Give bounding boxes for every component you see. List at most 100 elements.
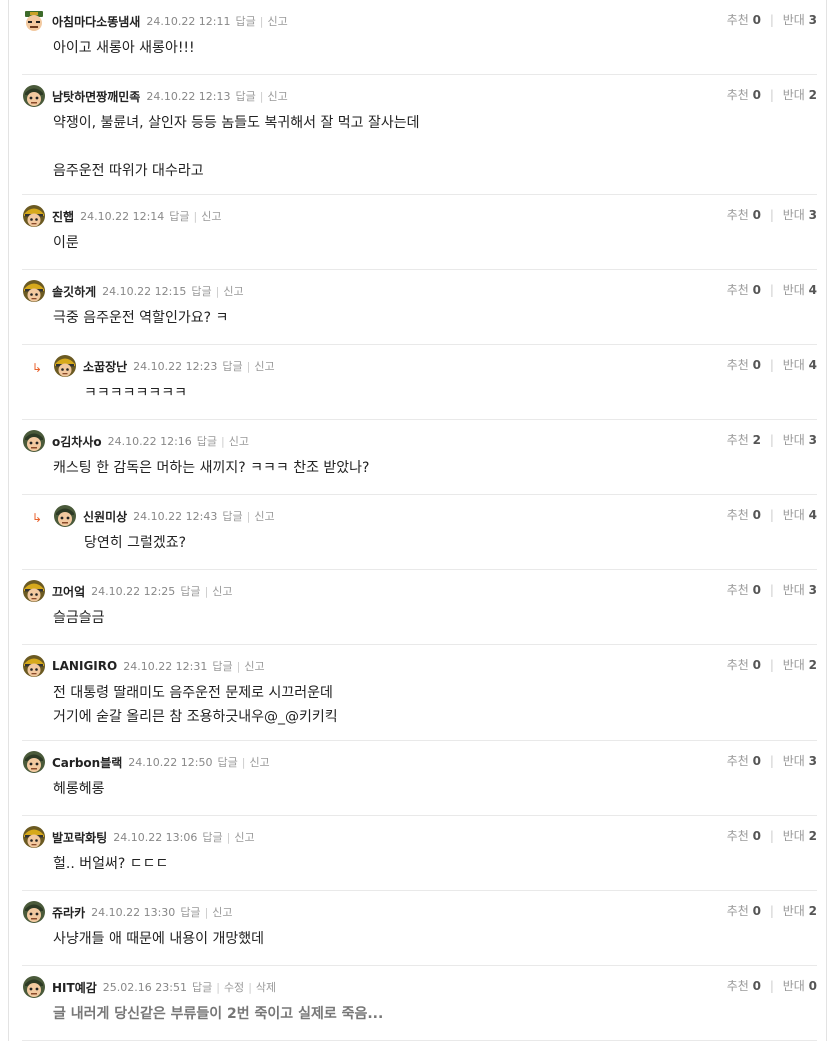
report-link[interactable]: 신고	[212, 904, 232, 920]
divider: |	[226, 830, 231, 844]
nickname[interactable]: 신원미상	[83, 508, 127, 525]
nickname[interactable]: 솔깃하게	[52, 283, 96, 300]
reply-link[interactable]: 답글	[169, 208, 189, 224]
avatar[interactable]	[22, 579, 46, 603]
vote-box: 추천 0 | 반대 2	[727, 656, 817, 673]
comment-text: 글 내러게 당신같은 부류들이 2번 죽이고 실제로 죽음...	[53, 1006, 384, 1022]
reply-link[interactable]: 답글	[180, 904, 200, 920]
report-link[interactable]: 신고	[254, 508, 274, 524]
dislike-button[interactable]: 반대	[783, 13, 805, 27]
nickname[interactable]: 발꼬락화팅	[52, 829, 107, 846]
like-button[interactable]: 추천	[727, 583, 749, 597]
report-link[interactable]: 신고	[229, 433, 249, 449]
avatar[interactable]	[53, 504, 77, 528]
report-link[interactable]: 신고	[223, 283, 243, 299]
dislike-button[interactable]: 반대	[783, 283, 805, 297]
reply-link[interactable]: 답글	[197, 433, 217, 449]
reply-link[interactable]: 답글	[236, 88, 256, 104]
avatar[interactable]	[22, 9, 46, 33]
reply-link[interactable]: 답글	[212, 658, 232, 674]
avatar[interactable]	[22, 750, 46, 774]
reply-link[interactable]: 답글	[217, 754, 237, 770]
like-button[interactable]: 추천	[727, 658, 749, 672]
report-link[interactable]: 신고	[267, 13, 287, 29]
comment-item: 남탓하면짱깨민족 24.10.22 12:13 답글 | 신고 약쟁이, 불륜녀…	[22, 75, 817, 195]
divider: |	[193, 209, 198, 223]
avatar[interactable]	[53, 354, 77, 378]
avatar[interactable]	[22, 204, 46, 228]
nickname[interactable]: 소꿉장난	[83, 358, 127, 375]
like-button[interactable]: 추천	[727, 829, 749, 843]
edit-link[interactable]: 수정	[224, 979, 244, 995]
report-link[interactable]: 신고	[212, 583, 232, 599]
nickname[interactable]: o김차사o	[52, 433, 102, 450]
dislike-button[interactable]: 반대	[783, 904, 805, 918]
divider: |	[769, 979, 774, 993]
vote-box: 추천 0 | 반대 4	[727, 506, 817, 523]
like-button[interactable]: 추천	[727, 754, 749, 768]
comment-date: 24.10.22 13:30	[91, 905, 176, 919]
reply-link[interactable]: 답글	[202, 829, 222, 845]
divider: |	[248, 980, 252, 994]
comment-text: ㅋㅋㅋㅋㅋㅋㅋㅋ	[84, 385, 188, 401]
report-link[interactable]: 신고	[234, 829, 254, 845]
avatar[interactable]	[22, 975, 46, 999]
dislike-button[interactable]: 반대	[783, 979, 805, 993]
like-button[interactable]: 추천	[727, 508, 749, 522]
comment-header: 소꿉장난 24.10.22 12:23 답글 | 신고	[53, 354, 275, 378]
like-button[interactable]: 추천	[727, 13, 749, 27]
comment-date: 24.10.22 12:11	[146, 14, 231, 28]
comment-item: HIT예감 25.02.16 23:51 답글 | 수정 | 삭제 글 내러게 …	[22, 966, 817, 1041]
reply-link[interactable]: 답글	[222, 508, 242, 524]
avatar[interactable]	[22, 825, 46, 849]
reply-link[interactable]: 답글	[180, 583, 200, 599]
dislike-button[interactable]: 반대	[783, 208, 805, 222]
nickname[interactable]: Carbon블랙	[52, 754, 122, 771]
reply-link[interactable]: 답글	[191, 283, 211, 299]
delete-link[interactable]: 삭제	[256, 979, 276, 995]
report-link[interactable]: 신고	[267, 88, 287, 104]
report-link[interactable]: 신고	[254, 358, 274, 374]
reply-arrow-icon: ↳	[32, 511, 43, 525]
dislike-button[interactable]: 반대	[783, 583, 805, 597]
report-link[interactable]: 신고	[249, 754, 269, 770]
nickname[interactable]: 남탓하면짱깨민족	[52, 88, 140, 105]
dislike-button[interactable]: 반대	[783, 358, 805, 372]
nickname[interactable]: 쥬라카	[52, 904, 85, 921]
dislike-button[interactable]: 반대	[783, 508, 805, 522]
like-button[interactable]: 추천	[727, 433, 749, 447]
comment-date: 24.10.22 12:25	[91, 584, 176, 598]
reply-link[interactable]: 답글	[236, 13, 256, 29]
dislike-button[interactable]: 반대	[783, 433, 805, 447]
dislike-button[interactable]: 반대	[783, 88, 805, 102]
avatar[interactable]	[22, 84, 46, 108]
avatar[interactable]	[22, 654, 46, 678]
nickname[interactable]: LANIGIRO	[52, 659, 117, 673]
divider: |	[769, 13, 774, 27]
nickname[interactable]: HIT예감	[52, 979, 97, 996]
like-button[interactable]: 추천	[727, 904, 749, 918]
dislike-button[interactable]: 반대	[783, 754, 805, 768]
report-link[interactable]: 신고	[244, 658, 264, 674]
reply-link[interactable]: 답글	[192, 979, 212, 995]
dislike-count: 2	[808, 904, 817, 918]
reply-link[interactable]: 답글	[222, 358, 242, 374]
avatar[interactable]	[22, 279, 46, 303]
like-button[interactable]: 추천	[727, 283, 749, 297]
dislike-button[interactable]: 반대	[783, 658, 805, 672]
nickname[interactable]: 끄어엌	[52, 583, 85, 600]
like-button[interactable]: 추천	[727, 88, 749, 102]
vote-box: 추천 0 | 반대 3	[727, 581, 817, 598]
dislike-button[interactable]: 반대	[783, 829, 805, 843]
like-button[interactable]: 추천	[727, 358, 749, 372]
avatar[interactable]	[22, 900, 46, 924]
nickname[interactable]: 진햅	[52, 208, 74, 225]
comment-item: o김차사o 24.10.22 12:16 답글 | 신고 캐스팅 한 감독은 머…	[22, 420, 817, 495]
avatar[interactable]	[22, 429, 46, 453]
like-button[interactable]: 추천	[727, 979, 749, 993]
report-link[interactable]: 신고	[201, 208, 221, 224]
like-button[interactable]: 추천	[727, 208, 749, 222]
divider: |	[241, 755, 246, 769]
nickname[interactable]: 아침마다소똥냄새	[52, 13, 140, 30]
comment-text: 당연히 그럴겠죠?	[84, 535, 187, 551]
